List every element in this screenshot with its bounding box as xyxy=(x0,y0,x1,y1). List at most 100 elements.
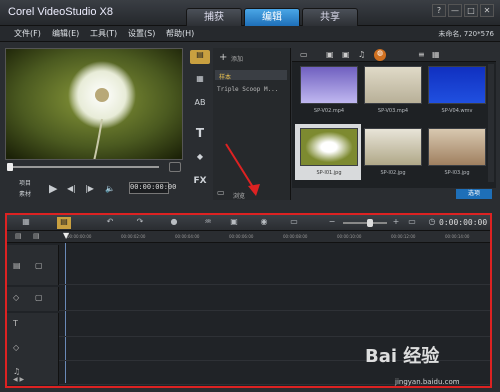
loop-icon[interactable] xyxy=(169,162,181,172)
thumb-sp-v04[interactable] xyxy=(428,66,486,104)
folder-triple-scoop[interactable]: Triple Scoop M... xyxy=(217,86,278,93)
minimize-button[interactable]: — xyxy=(448,4,462,17)
thumb-label: SP-V02.mp4 xyxy=(313,108,345,114)
show-photo-icon[interactable]: ▣ xyxy=(342,50,350,59)
fx-icon[interactable]: FX xyxy=(190,176,210,190)
preview-scrubber[interactable] xyxy=(5,162,183,172)
graphic-icon[interactable]: ◆ xyxy=(190,152,210,166)
ruler-label: 00:00:14:00 xyxy=(445,234,470,239)
play-icon[interactable]: ▶ xyxy=(49,182,57,195)
ruler-label: 00:00:08:00 xyxy=(283,234,308,239)
music-track-icon[interactable]: ♫ xyxy=(13,367,20,376)
library-scrollbar[interactable] xyxy=(488,64,494,182)
transition-icon[interactable]: AB xyxy=(190,98,210,112)
ruler-label: 00:00:00:00 xyxy=(67,234,92,239)
list-view-icon[interactable]: ≡ xyxy=(418,50,425,59)
mode-project[interactable]: 项目 xyxy=(19,178,31,187)
thumb-label: SP-I01.jpg xyxy=(316,170,342,176)
timeline-timecode[interactable]: 0:00:00:00 xyxy=(439,218,487,227)
overlay-track[interactable]: ◇ ▢ xyxy=(7,287,490,311)
video-track-icon[interactable]: ▤ xyxy=(13,261,21,270)
scrubber-handle[interactable] xyxy=(7,163,13,171)
thumb-sp-i01[interactable] xyxy=(300,128,358,166)
thumb-label: SP-I02.jpg xyxy=(380,170,406,176)
thumb-label: SP-V04.wmv xyxy=(441,108,473,114)
watermark-url: jingyan.baidu.com xyxy=(395,378,460,386)
subtitle-icon[interactable]: ▭ xyxy=(287,217,301,229)
redo-icon[interactable]: ↷ xyxy=(133,217,147,229)
track-manager-icon[interactable]: ▤ xyxy=(15,232,22,240)
options-button[interactable]: 选项 xyxy=(456,189,492,199)
menu-help[interactable]: 帮助(H) xyxy=(166,28,194,39)
overlay-track-icon[interactable]: ◇ xyxy=(13,293,19,302)
project-info: 未命名, 720*576 xyxy=(438,30,494,38)
maximize-button[interactable]: □ xyxy=(464,4,478,17)
menu-edit[interactable]: 编辑(E) xyxy=(52,28,79,39)
baidu-watermark: Bai 经验 xyxy=(365,346,440,367)
title-track[interactable]: T xyxy=(7,313,490,337)
motion-track-icon[interactable]: ◉ xyxy=(257,217,271,229)
dandelion-image xyxy=(6,49,182,159)
volume-icon[interactable]: 🔈 xyxy=(105,184,115,193)
timeline-ruler[interactable]: ▤ ▤ ▼ 00:00:00:00 00:00:02:00 00:00:04:0… xyxy=(7,231,490,243)
online-media-icon[interactable]: ◍ xyxy=(374,49,386,61)
zoom-in-icon[interactable]: + xyxy=(389,217,403,229)
thumb-label: SP-V03.mp4 xyxy=(377,108,409,114)
zoom-slider-handle[interactable] xyxy=(367,219,373,227)
timeline-toolbar: ▦ ▤ ↶ ↷ ● ♒ ▣ ◉ ▭ − + ▭ ◷ 0:00:00:00 xyxy=(7,215,490,231)
prev-frame-icon[interactable]: ◀| xyxy=(67,184,76,193)
library-side-toolbar: ▤ ▦ AB T ◆ FX xyxy=(190,48,212,198)
thumb-sp-i03[interactable] xyxy=(428,128,486,166)
ruler-label: 00:00:06:00 xyxy=(229,234,254,239)
media-icon[interactable]: ▤ xyxy=(190,50,210,64)
title-track-icon[interactable]: T xyxy=(13,319,18,328)
thumb-sp-v03[interactable] xyxy=(364,66,422,104)
fit-project-icon[interactable]: ▭ xyxy=(405,217,419,229)
thumb-label: SP-I03.jpg xyxy=(444,170,470,176)
thumb-sp-i02[interactable] xyxy=(364,128,422,166)
mode-clip[interactable]: 素材 xyxy=(19,189,31,198)
zoom-slider[interactable] xyxy=(343,222,387,224)
video-track[interactable]: ▤ ▢ xyxy=(7,245,490,285)
menu-file[interactable]: 文件(F) xyxy=(14,28,41,39)
clock-icon[interactable]: ◷ xyxy=(425,217,439,229)
show-video-icon[interactable]: ▣ xyxy=(326,50,334,59)
grid-view-icon[interactable]: ▦ xyxy=(432,50,440,59)
audio-mixer-icon[interactable]: ♒ xyxy=(201,217,215,229)
ruler-label: 00:00:04:00 xyxy=(175,234,200,239)
title-icon[interactable]: T xyxy=(190,126,210,140)
show-audio-icon[interactable]: ♫ xyxy=(358,50,365,59)
menu-tools[interactable]: 工具(T) xyxy=(90,28,117,39)
timecode-display[interactable]: 00:00:00:00 xyxy=(129,182,176,194)
tab-capture[interactable]: 捕获 xyxy=(186,8,242,26)
next-frame-icon[interactable]: |▶ xyxy=(85,184,94,193)
help-button[interactable]: ? xyxy=(432,4,446,17)
preview-window[interactable] xyxy=(5,48,183,160)
add-folder-label[interactable]: 添加 xyxy=(231,54,243,63)
library-grid: ▭ ▣ ▣ ♫ ◍ ≡ ▦ SP-V02.mp4 SP-V03.mp4 SP-V… xyxy=(292,48,496,200)
undo-icon[interactable]: ↶ xyxy=(103,217,117,229)
timeline-view-icon[interactable]: ▤ xyxy=(57,217,71,229)
instant-project-icon[interactable]: ▦ xyxy=(190,74,210,88)
add-icon[interactable]: + xyxy=(219,52,227,63)
thumb-sp-v02[interactable] xyxy=(300,66,358,104)
track-toggle-icon[interactable]: ▢ xyxy=(35,261,43,270)
tab-share[interactable]: 共享 xyxy=(302,8,358,26)
zoom-out-icon[interactable]: − xyxy=(325,217,339,229)
auto-music-icon[interactable]: ▣ xyxy=(227,217,241,229)
add-chapter-icon[interactable]: ▤ xyxy=(33,232,40,240)
storyboard-view-icon[interactable]: ▦ xyxy=(19,217,33,229)
app-title: Corel VideoStudio X8 xyxy=(8,6,113,18)
close-button[interactable]: ✕ xyxy=(480,4,494,17)
ruler-label: 00:00:02:00 xyxy=(121,234,146,239)
menu-settings[interactable]: 设置(S) xyxy=(128,28,155,39)
scroll-left-icon[interactable]: ◀ ▶ xyxy=(13,376,24,383)
record-icon[interactable]: ● xyxy=(167,217,181,229)
tab-edit[interactable]: 编辑 xyxy=(244,8,300,26)
folder-samples[interactable]: 样本 xyxy=(219,72,231,81)
folder-icon[interactable]: ▭ xyxy=(300,50,308,59)
voice-track-icon[interactable]: ◇ xyxy=(13,343,19,352)
annotation-arrow xyxy=(225,143,260,196)
playback-controls: 项目 素材 ▶ ◀| |▶ 🔈 00:00:00:00 xyxy=(5,176,185,206)
track-toggle-icon[interactable]: ▢ xyxy=(35,293,43,302)
